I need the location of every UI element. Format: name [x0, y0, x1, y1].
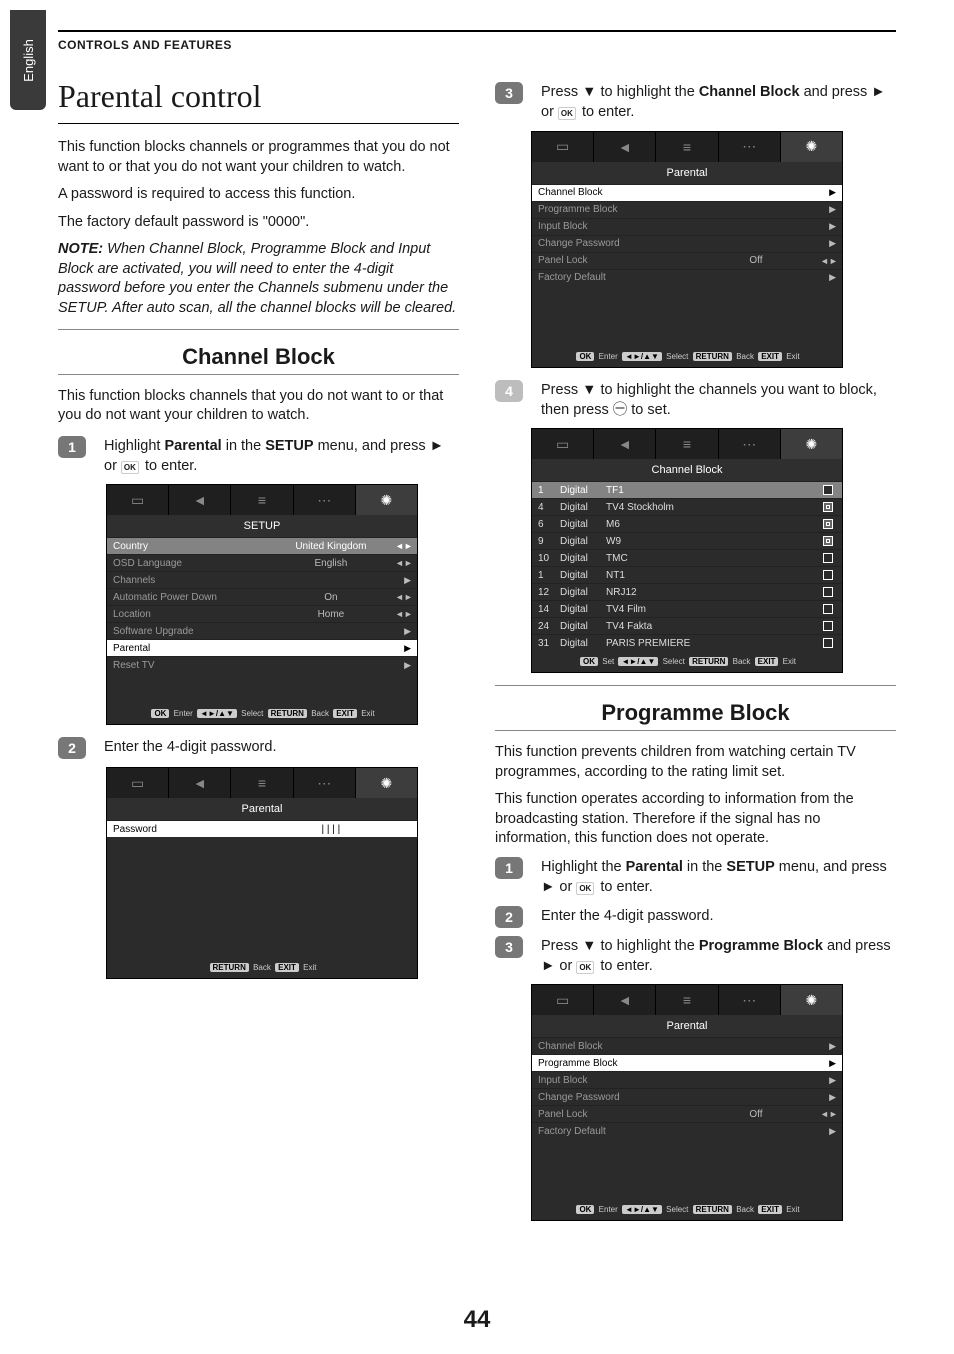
step-1: 1 Highlight Parental in the SETUP menu, … [58, 436, 459, 477]
subhead-programme-block: Programme Block [495, 700, 896, 726]
subhead2-rule-top [495, 685, 896, 686]
pb-step-1: 1 Highlight the Parental in the SETUP me… [495, 857, 896, 898]
section-title: Parental control [58, 78, 459, 115]
programme-block-p1: This function prevents children from wat… [495, 743, 896, 782]
right-column: 3 Press ▼ to highlight the Channel Block… [495, 60, 896, 1233]
step-1-badge: 1 [58, 436, 86, 458]
note-paragraph: NOTE: NOTE: When Channel Block, Programm… [58, 240, 459, 318]
intro-paragraph-1: This function blocks channels or program… [58, 138, 459, 177]
osd-parental-programme-block: ▭ ◄ ≡ ⋯ ✺ ParentalChannel Block▶Programm… [531, 984, 843, 1221]
intro-paragraph-2: A password is required to access this fu… [58, 185, 459, 205]
intro-paragraph-3: The factory default password is "0000". [58, 213, 459, 233]
language-tab-label: English [21, 39, 36, 82]
pb-step-2-text: Enter the 4-digit password. [541, 906, 896, 926]
pb-step-1-text: Highlight the Parental in the SETUP menu… [541, 857, 896, 898]
ok-icon: OK [576, 961, 594, 974]
pb-step-3-text: Press ▼ to highlight the Programme Block… [541, 936, 896, 977]
step-2-badge: 2 [58, 737, 86, 759]
top-rule [58, 30, 896, 32]
pb-step-2: 2 Enter the 4-digit password. [495, 906, 896, 928]
subhead-rule-bot [58, 374, 459, 375]
ok-icon: OK [558, 107, 576, 120]
subhead-channel-block: Channel Block [58, 344, 459, 370]
pb-step-3: 3 Press ▼ to highlight the Programme Blo… [495, 936, 896, 977]
step-3: 3 Press ▼ to highlight the Channel Block… [495, 82, 896, 123]
osd-setup-menu: ▭ ◄ ≡ ⋯ ✺ SETUPCountryUnited Kingdom◄►OS… [106, 484, 418, 725]
osd-password: ▭ ◄ ≡ ⋯ ✺ ParentalPassword| | | |RETURN … [106, 767, 418, 979]
ok-icon: OK [576, 882, 594, 895]
pb-step-2-badge: 2 [495, 906, 523, 928]
step-4: 4 Press ▼ to highlight the channels you … [495, 380, 896, 421]
language-tab: English [10, 10, 46, 110]
step-2-text: Enter the 4-digit password. [104, 737, 459, 757]
osd-channel-list: ▭ ◄ ≡ ⋯ ✺ Channel Block1DigitalTF14Digit… [531, 428, 843, 673]
step-4-badge: 4 [495, 380, 523, 402]
ok-icon: OK [121, 461, 139, 474]
page-number: 44 [0, 1306, 954, 1334]
programme-block-p2: This function operates according to info… [495, 790, 896, 849]
pb-step-3-badge: 3 [495, 936, 523, 958]
subhead2-rule-bot [495, 730, 896, 731]
pb-step-1-badge: 1 [495, 857, 523, 879]
left-column: Parental control This function blocks ch… [58, 60, 459, 1233]
step-2: 2 Enter the 4-digit password. [58, 737, 459, 759]
subhead-rule-top [58, 329, 459, 330]
step-3-text: Press ▼ to highlight the Channel Block a… [541, 82, 896, 123]
step-3-badge: 3 [495, 82, 523, 104]
channel-block-desc: This function blocks channels that you d… [58, 387, 459, 426]
title-underline [58, 123, 459, 124]
header-section-label: CONTROLS AND FEATURES [58, 38, 896, 60]
step-1-text: Highlight Parental in the SETUP menu, an… [104, 436, 459, 477]
step-4-text: Press ▼ to highlight the channels you wa… [541, 380, 896, 421]
osd-parental-channel-block: ▭ ◄ ≡ ⋯ ✺ ParentalChannel Block▶Programm… [531, 131, 843, 368]
